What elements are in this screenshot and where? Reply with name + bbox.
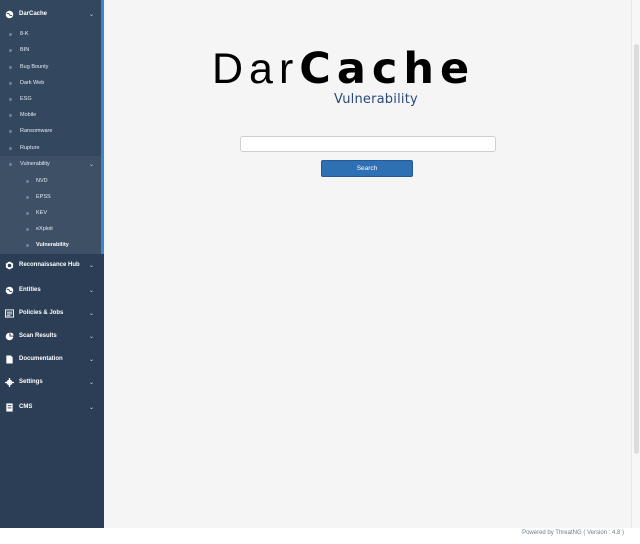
gear-icon	[5, 377, 14, 387]
sidebar-item-label: Entities	[19, 287, 41, 293]
sidebar-item-settings[interactable]: Settings ⌄	[0, 371, 104, 393]
vuln-item-label: KEV	[36, 210, 48, 216]
search-input[interactable]	[240, 136, 496, 152]
vuln-item-label: Vulnerability	[36, 242, 69, 248]
sidebar: DarCache ⌄ 8-K BIN Bug Bounty Dark Web E…	[0, 0, 104, 528]
chevron-down-icon: ⌄	[88, 404, 94, 411]
sidebar-subitem-label: Rupture	[20, 145, 40, 151]
sidebar-subitem-label: Vulnerability	[20, 161, 50, 167]
logo-light-text: Dar	[212, 45, 300, 93]
bullet-icon	[26, 211, 29, 215]
sidebar-item-label: Documentation	[19, 356, 63, 362]
bullet-icon	[9, 32, 12, 36]
bullet-icon	[9, 162, 12, 166]
chevron-down-icon: ⌄	[88, 356, 94, 363]
footer-text: Powered by ThreatNG ( Version : 4.8 )	[522, 530, 624, 536]
sidebar-item-documentation[interactable]: Documentation ⌄	[0, 348, 104, 370]
sidebar-subitem-rupture[interactable]: Rupture	[0, 140, 101, 156]
vuln-item-label: EPSS	[36, 194, 51, 200]
scrollbar[interactable]	[631, 0, 640, 528]
sidebar-item-darcache[interactable]: DarCache ⌄	[0, 6, 104, 22]
bullet-icon	[9, 129, 12, 133]
sidebar-subitem-label: 8-K	[20, 31, 29, 37]
sidebar-subitem-label: Ransomware	[20, 128, 53, 134]
document-icon	[5, 354, 14, 364]
bullet-icon	[9, 113, 12, 117]
sidebar-item-label: Settings	[19, 379, 43, 385]
bullet-icon	[26, 227, 29, 231]
bullet-icon	[9, 48, 12, 52]
sidebar-item-entities[interactable]: Entities ⌄	[0, 279, 104, 301]
sidebar-item-label: Policies & Jobs	[19, 310, 64, 316]
sidebar-subitem-label: Dark Web	[20, 80, 45, 86]
sidebar-subitem-8k[interactable]: 8-K	[0, 26, 101, 42]
chevron-down-icon: ⌄	[88, 11, 94, 18]
sidebar-subitem-dark-web[interactable]: Dark Web	[0, 75, 101, 91]
bullet-icon	[9, 65, 12, 69]
chevron-down-icon: ⌄	[88, 333, 94, 340]
sidebar-subitem-ransomware[interactable]: Ransomware	[0, 123, 101, 139]
bullet-icon	[26, 179, 29, 183]
bullet-icon	[9, 146, 12, 150]
bullet-icon	[9, 81, 12, 85]
logo-heavy-text: Cache	[299, 44, 476, 94]
chevron-down-icon: ⌄	[88, 310, 94, 317]
pie-chart-icon	[5, 331, 14, 341]
sidebar-item-policies-jobs[interactable]: Policies & Jobs ⌄	[0, 302, 104, 324]
search-button[interactable]: Search	[321, 160, 413, 177]
sidebar-subitem-esg[interactable]: ESG	[0, 91, 101, 107]
chevron-down-icon: ⌄	[88, 287, 94, 294]
page-subtitle: Vulnerability	[334, 92, 418, 107]
sidebar-item-label: DarCache	[19, 11, 48, 17]
bullet-icon	[9, 97, 12, 101]
chevron-down-icon: ⌄	[88, 262, 94, 269]
vuln-item-kev[interactable]: KEV	[0, 205, 101, 221]
sidebar-subitem-label: Mobile	[20, 112, 37, 118]
footer: Powered by ThreatNG ( Version : 4.8 )	[0, 528, 640, 544]
scrollbar-thumb[interactable]	[634, 44, 639, 454]
cms-icon	[5, 402, 14, 412]
bullet-icon	[26, 195, 29, 199]
radar-icon	[5, 260, 14, 270]
vuln-item-label: NVD	[36, 178, 48, 184]
chevron-down-icon: ⌄	[88, 379, 94, 386]
sidebar-item-label: Scan Results	[19, 333, 57, 339]
chevron-down-icon: ⌄	[88, 161, 94, 168]
vuln-item-label: eXploit	[36, 226, 53, 232]
vuln-item-epss[interactable]: EPSS	[0, 189, 101, 205]
globe-icon	[5, 10, 14, 19]
sidebar-subitem-vulnerability[interactable]: Vulnerability ⌄	[0, 156, 101, 172]
bullet-icon	[26, 243, 29, 247]
vuln-item-nvd[interactable]: NVD	[0, 173, 101, 189]
vuln-item-vulnerability[interactable]: Vulnerability	[0, 237, 101, 253]
sidebar-subitem-mobile[interactable]: Mobile	[0, 107, 101, 123]
sidebar-subitem-label: Bug Bounty	[20, 64, 49, 70]
sidebar-subitem-label: ESG	[20, 96, 32, 102]
sidebar-item-cms[interactable]: CMS ⌄	[0, 396, 104, 418]
sidebar-item-reconnaissance-hub[interactable]: Reconnaissance Hub ⌄	[0, 254, 104, 276]
sidebar-item-scan-results[interactable]: Scan Results ⌄	[0, 325, 104, 347]
sidebar-subitem-label: BIN	[20, 47, 30, 53]
darcache-logo: DarCache	[212, 44, 528, 94]
sidebar-subitem-bin[interactable]: BIN	[0, 42, 101, 58]
list-icon	[5, 308, 14, 318]
sidebar-item-label: CMS	[19, 404, 33, 410]
sidebar-subitem-bug-bounty[interactable]: Bug Bounty	[0, 59, 101, 75]
vuln-item-exploit[interactable]: eXploit	[0, 221, 101, 237]
sidebar-item-label: Reconnaissance Hub	[19, 262, 80, 268]
globe-icon	[5, 286, 14, 295]
